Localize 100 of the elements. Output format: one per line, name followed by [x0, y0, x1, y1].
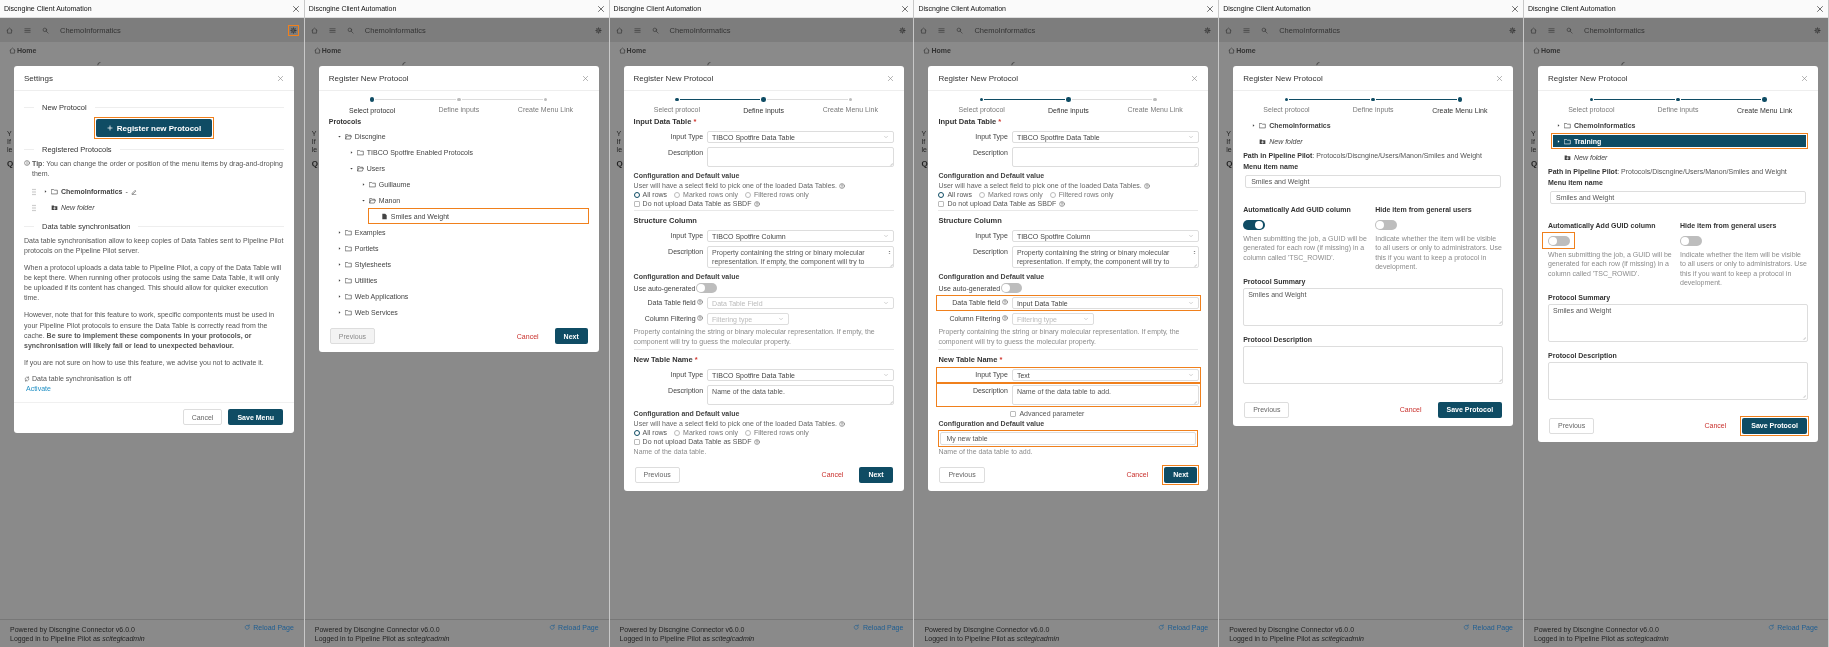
checkbox[interactable]: [938, 200, 945, 207]
toggle-switch[interactable]: [1548, 235, 1570, 246]
help-icon[interactable]: [697, 315, 704, 322]
search-icon[interactable]: [1566, 26, 1573, 34]
folder-icon: [51, 188, 58, 196]
toggle-switch[interactable]: [1001, 283, 1023, 294]
search-icon[interactable]: [956, 26, 964, 34]
search-icon[interactable]: [1261, 26, 1269, 34]
help-icon[interactable]: [839, 182, 845, 189]
text-area[interactable]: [1011, 147, 1199, 167]
close-icon[interactable]: [596, 4, 605, 13]
close-icon[interactable]: [901, 4, 910, 13]
resize-handle-icon: [1192, 261, 1198, 267]
caret-down-icon[interactable]: [360, 197, 366, 203]
settings-icon[interactable]: [1509, 26, 1516, 34]
home-icon[interactable]: [1225, 26, 1233, 34]
home-icon[interactable]: [6, 26, 13, 34]
caret-right-icon[interactable]: [348, 149, 354, 155]
caret-right-icon[interactable]: [1251, 122, 1257, 128]
close-icon[interactable]: [1801, 74, 1808, 82]
resize-handle-icon: [1192, 160, 1198, 166]
spinner-icon: [1316, 61, 1323, 67]
text-area[interactable]: [707, 147, 895, 167]
text-area[interactable]: [1548, 361, 1808, 400]
menu-icon[interactable]: [328, 26, 336, 34]
pencil-icon[interactable]: [130, 188, 137, 195]
help-icon[interactable]: [697, 299, 704, 306]
menu-icon[interactable]: [1548, 26, 1555, 34]
close-icon[interactable]: [277, 74, 284, 82]
toggle-switch[interactable]: [1680, 235, 1702, 246]
page-text: Q: [921, 160, 929, 168]
close-icon[interactable]: [1206, 4, 1215, 13]
text-area[interactable]: [1243, 345, 1504, 384]
reload-icon: [1158, 624, 1165, 631]
search-icon[interactable]: [42, 26, 49, 34]
resize-handle-icon: [887, 261, 893, 267]
help-icon[interactable]: [839, 420, 845, 427]
chevron-down-icon: [1187, 134, 1194, 140]
close-icon[interactable]: [1191, 74, 1199, 82]
resize-handle-icon: [1496, 377, 1502, 383]
caret-right-icon[interactable]: [336, 245, 342, 251]
chevron-down-icon: [883, 233, 890, 239]
home-icon[interactable]: [9, 47, 16, 54]
help-icon[interactable]: [1001, 315, 1008, 322]
settings-icon[interactable]: [594, 26, 602, 34]
toggle-switch[interactable]: [1375, 219, 1398, 230]
caret-right-icon[interactable]: [1556, 122, 1561, 128]
settings-icon[interactable]: [1204, 26, 1212, 34]
caret-down-icon[interactable]: [336, 133, 342, 139]
home-icon[interactable]: [1533, 47, 1540, 54]
menu-icon[interactable]: [633, 26, 641, 34]
resize-handle-icon: [1801, 393, 1807, 399]
settings-icon[interactable]: [1813, 26, 1821, 34]
caret-right-icon[interactable]: [336, 229, 342, 235]
search-icon[interactable]: [651, 26, 659, 34]
home-icon[interactable]: [618, 47, 626, 54]
scroll-arrows-icon[interactable]: [887, 249, 893, 256]
home-icon[interactable]: [313, 47, 321, 54]
search-icon[interactable]: [346, 26, 354, 34]
caret-right-icon[interactable]: [1556, 138, 1561, 144]
home-icon[interactable]: [310, 26, 318, 34]
help-icon[interactable]: [754, 200, 761, 207]
menu-icon[interactable]: [1243, 26, 1251, 34]
home-icon[interactable]: [1228, 47, 1236, 54]
close-icon[interactable]: [1496, 74, 1504, 82]
home-icon[interactable]: [923, 47, 931, 54]
close-icon[interactable]: [886, 74, 894, 82]
file-icon: [380, 212, 388, 220]
close-icon[interactable]: [291, 4, 300, 13]
caret-right-icon[interactable]: [336, 277, 342, 283]
menu-icon[interactable]: [938, 26, 946, 34]
open-folder-icon: [356, 164, 364, 172]
caret-right-icon[interactable]: [336, 293, 342, 299]
spinner-icon: [1011, 61, 1018, 67]
caret-right-icon[interactable]: [43, 189, 48, 195]
help-icon[interactable]: [1143, 182, 1150, 189]
scroll-arrows-icon[interactable]: [1191, 249, 1197, 256]
menu-icon[interactable]: [24, 26, 31, 34]
checkbox[interactable]: [1010, 410, 1017, 417]
help-icon[interactable]: [754, 438, 761, 445]
toggle-switch[interactable]: [696, 283, 718, 294]
home-icon[interactable]: [920, 26, 928, 34]
close-icon[interactable]: [1511, 4, 1519, 13]
register-button[interactable]: Register new Protocol: [95, 119, 213, 137]
checkbox[interactable]: [633, 438, 640, 445]
caret-right-icon[interactable]: [336, 261, 342, 267]
toggle-switch[interactable]: [1243, 219, 1266, 230]
home-icon[interactable]: [1530, 26, 1537, 34]
checkbox[interactable]: [633, 200, 640, 207]
settings-icon[interactable]: [899, 26, 907, 34]
spinner-icon: [401, 61, 408, 67]
close-icon[interactable]: [1815, 4, 1824, 13]
caret-down-icon[interactable]: [348, 165, 354, 171]
close-icon[interactable]: [581, 74, 589, 82]
home-icon[interactable]: [615, 26, 623, 34]
help-icon[interactable]: [1001, 299, 1008, 306]
help-icon[interactable]: [1059, 200, 1066, 207]
caret-right-icon[interactable]: [360, 181, 366, 187]
chevron-down-icon: [1082, 316, 1089, 323]
caret-right-icon[interactable]: [336, 309, 342, 315]
